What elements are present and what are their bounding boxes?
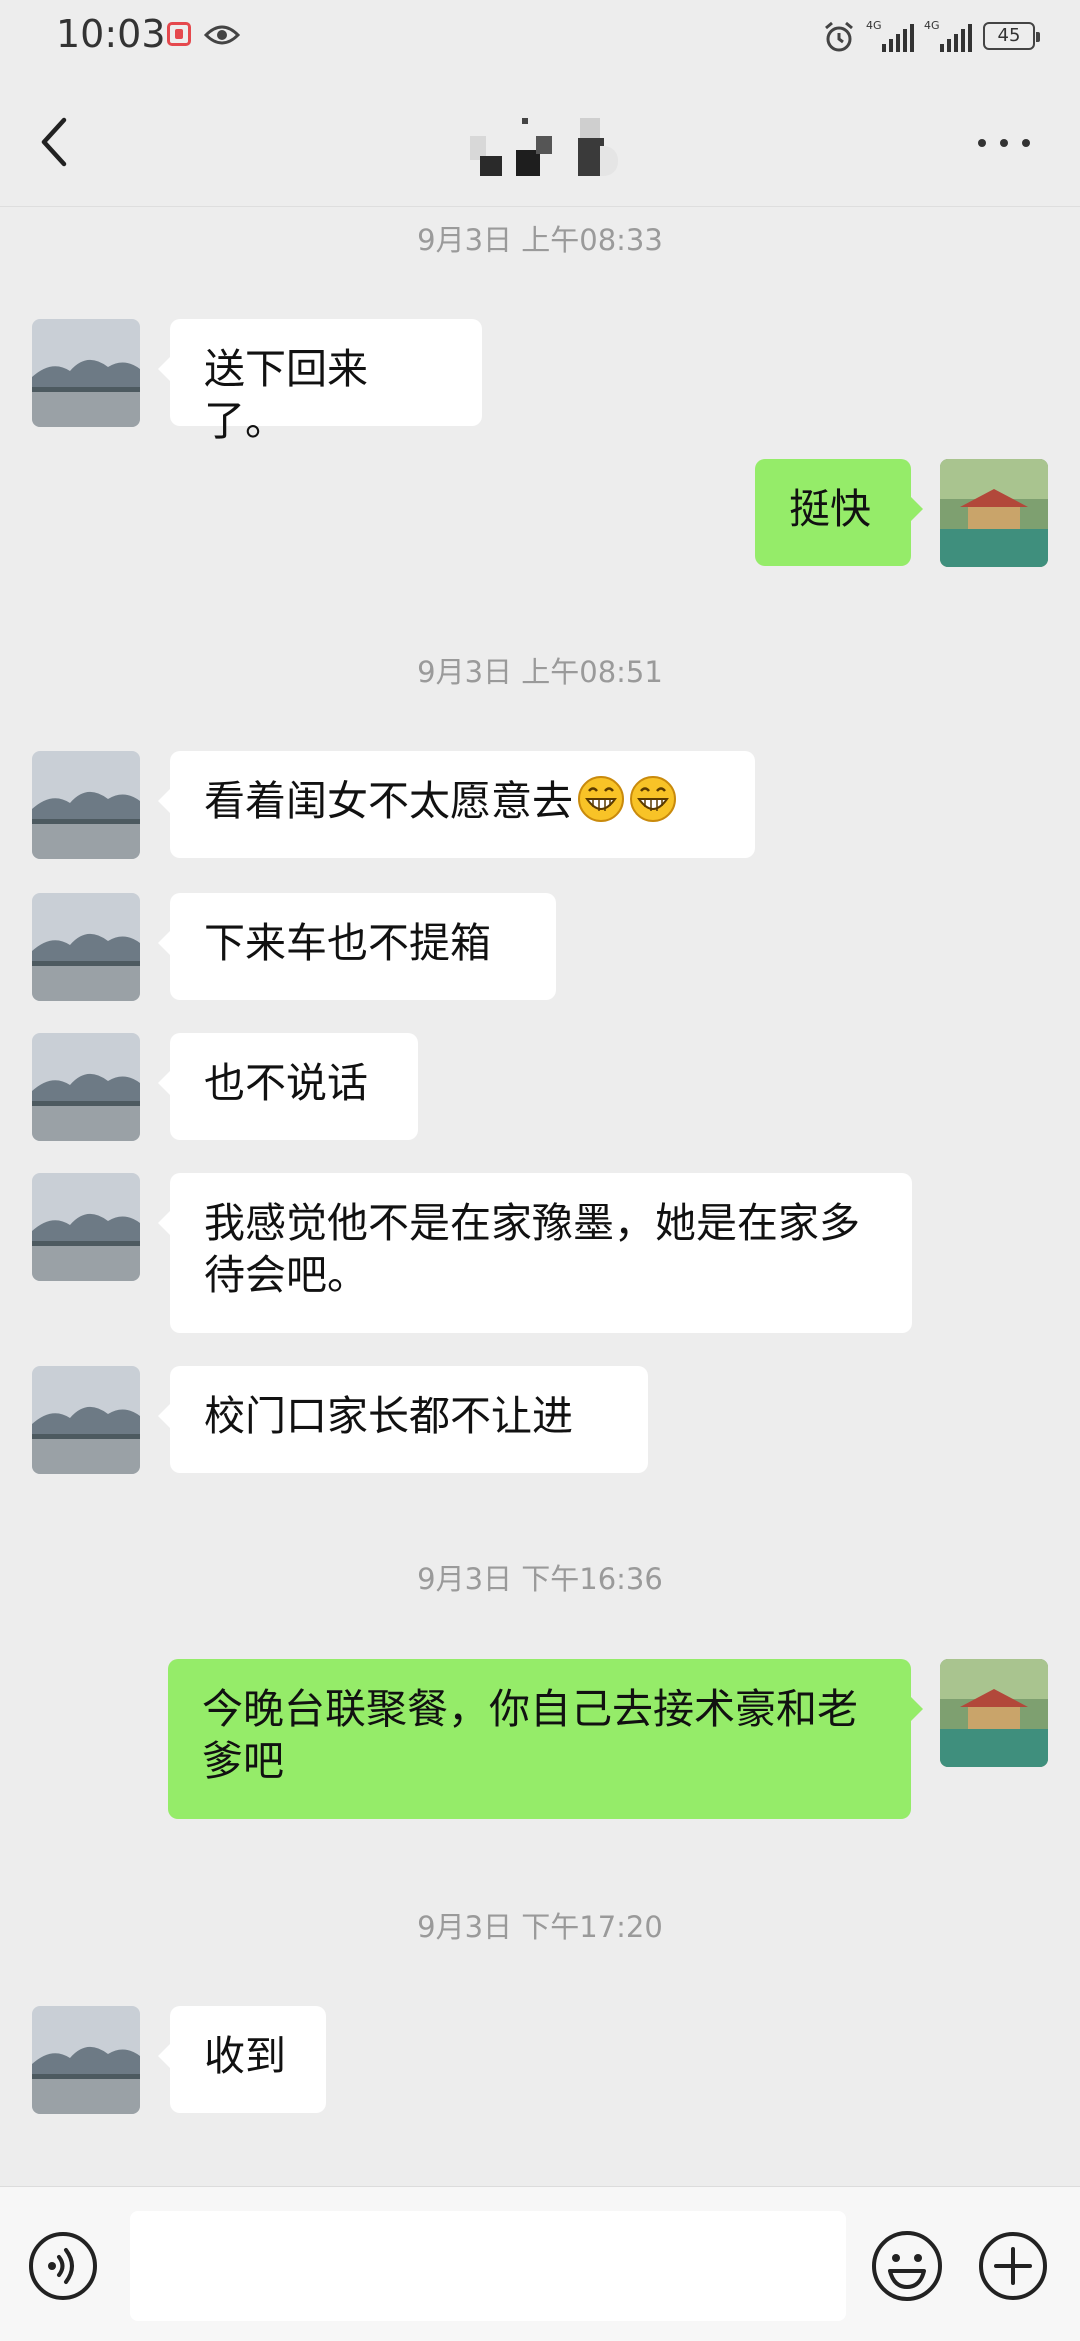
- message-bubble-incoming[interactable]: 收到: [158, 2006, 326, 2113]
- signal-icon: 4G: [924, 20, 972, 52]
- message-bubble-outgoing[interactable]: 挺快: [755, 459, 923, 566]
- voice-icon[interactable]: [28, 2231, 98, 2301]
- lake-mountain-image: [32, 2006, 140, 2114]
- input-bar: [0, 2186, 1080, 2341]
- lake-mountain-image: [32, 1173, 140, 1281]
- message-input[interactable]: [130, 2211, 846, 2321]
- message-timestamp: 9月3日 上午08:51: [417, 655, 663, 689]
- message-timestamp: 9月3日 下午17:20: [417, 1910, 663, 1944]
- signal-icon: 4G: [866, 20, 914, 52]
- message-bubble-incoming[interactable]: 也不说话: [158, 1033, 418, 1140]
- chat-title-redacted: [470, 116, 620, 176]
- lake-mountain-image: [32, 319, 140, 427]
- emoji-icon[interactable]: [870, 2229, 944, 2303]
- lake-mountain-image: [32, 1366, 140, 1474]
- message-timestamp: 9月3日 下午16:36: [417, 1562, 663, 1596]
- contact-avatar[interactable]: [32, 1033, 140, 1141]
- message-bubble-incoming[interactable]: 看着闺女不太愿意去: [158, 751, 755, 858]
- contact-avatar[interactable]: [32, 893, 140, 1001]
- more-button[interactable]: [974, 132, 1034, 152]
- my-avatar[interactable]: [940, 1659, 1048, 1767]
- back-button[interactable]: [30, 112, 80, 172]
- more-dots-icon: [1022, 139, 1030, 147]
- signal-2-label: 4G: [924, 19, 940, 32]
- grin-emoji: [630, 776, 676, 822]
- my-avatar[interactable]: [940, 459, 1048, 567]
- contact-avatar[interactable]: [32, 319, 140, 427]
- pavilion-image: [940, 1659, 1048, 1767]
- contact-avatar[interactable]: [32, 1173, 140, 1281]
- pavilion-image: [940, 459, 1048, 567]
- battery-icon: 45: [983, 22, 1040, 50]
- message-bubble-incoming[interactable]: 下来车也不提箱: [158, 893, 556, 1000]
- eye-icon: [204, 25, 240, 45]
- message-bubble-incoming[interactable]: 我感觉他不是在家豫墨，她是在家多待会吧。: [158, 1173, 912, 1333]
- message-bubble-outgoing[interactable]: 今晚台联聚餐，你自己去接术豪和老爹吧: [168, 1659, 923, 1819]
- message-bubble-incoming[interactable]: 校门口家长都不让进: [158, 1366, 648, 1473]
- battery-level: 45: [997, 25, 1021, 46]
- status-bar: 10:03 4G 4G 45: [0, 0, 1080, 76]
- more-dots-icon: [978, 139, 986, 147]
- notification-icon: [167, 22, 191, 46]
- signal-1-label: 4G: [866, 19, 882, 32]
- lake-mountain-image: [32, 751, 140, 859]
- lake-mountain-image: [32, 1033, 140, 1141]
- grin-emoji: [578, 776, 624, 822]
- chat-header: [0, 76, 1080, 207]
- message-text: 看着闺女不太愿意去: [204, 777, 573, 825]
- status-time: 10:03: [56, 12, 166, 56]
- alarm-icon: [825, 21, 853, 52]
- lake-mountain-image: [32, 893, 140, 1001]
- contact-avatar[interactable]: [32, 751, 140, 859]
- message-bubble-incoming[interactable]: 送下回来了。: [158, 319, 482, 445]
- message-timestamp: 9月3日 上午08:33: [417, 223, 663, 257]
- contact-avatar[interactable]: [32, 2006, 140, 2114]
- plus-icon[interactable]: [978, 2231, 1048, 2301]
- more-dots-icon: [1000, 139, 1008, 147]
- contact-avatar[interactable]: [32, 1366, 140, 1474]
